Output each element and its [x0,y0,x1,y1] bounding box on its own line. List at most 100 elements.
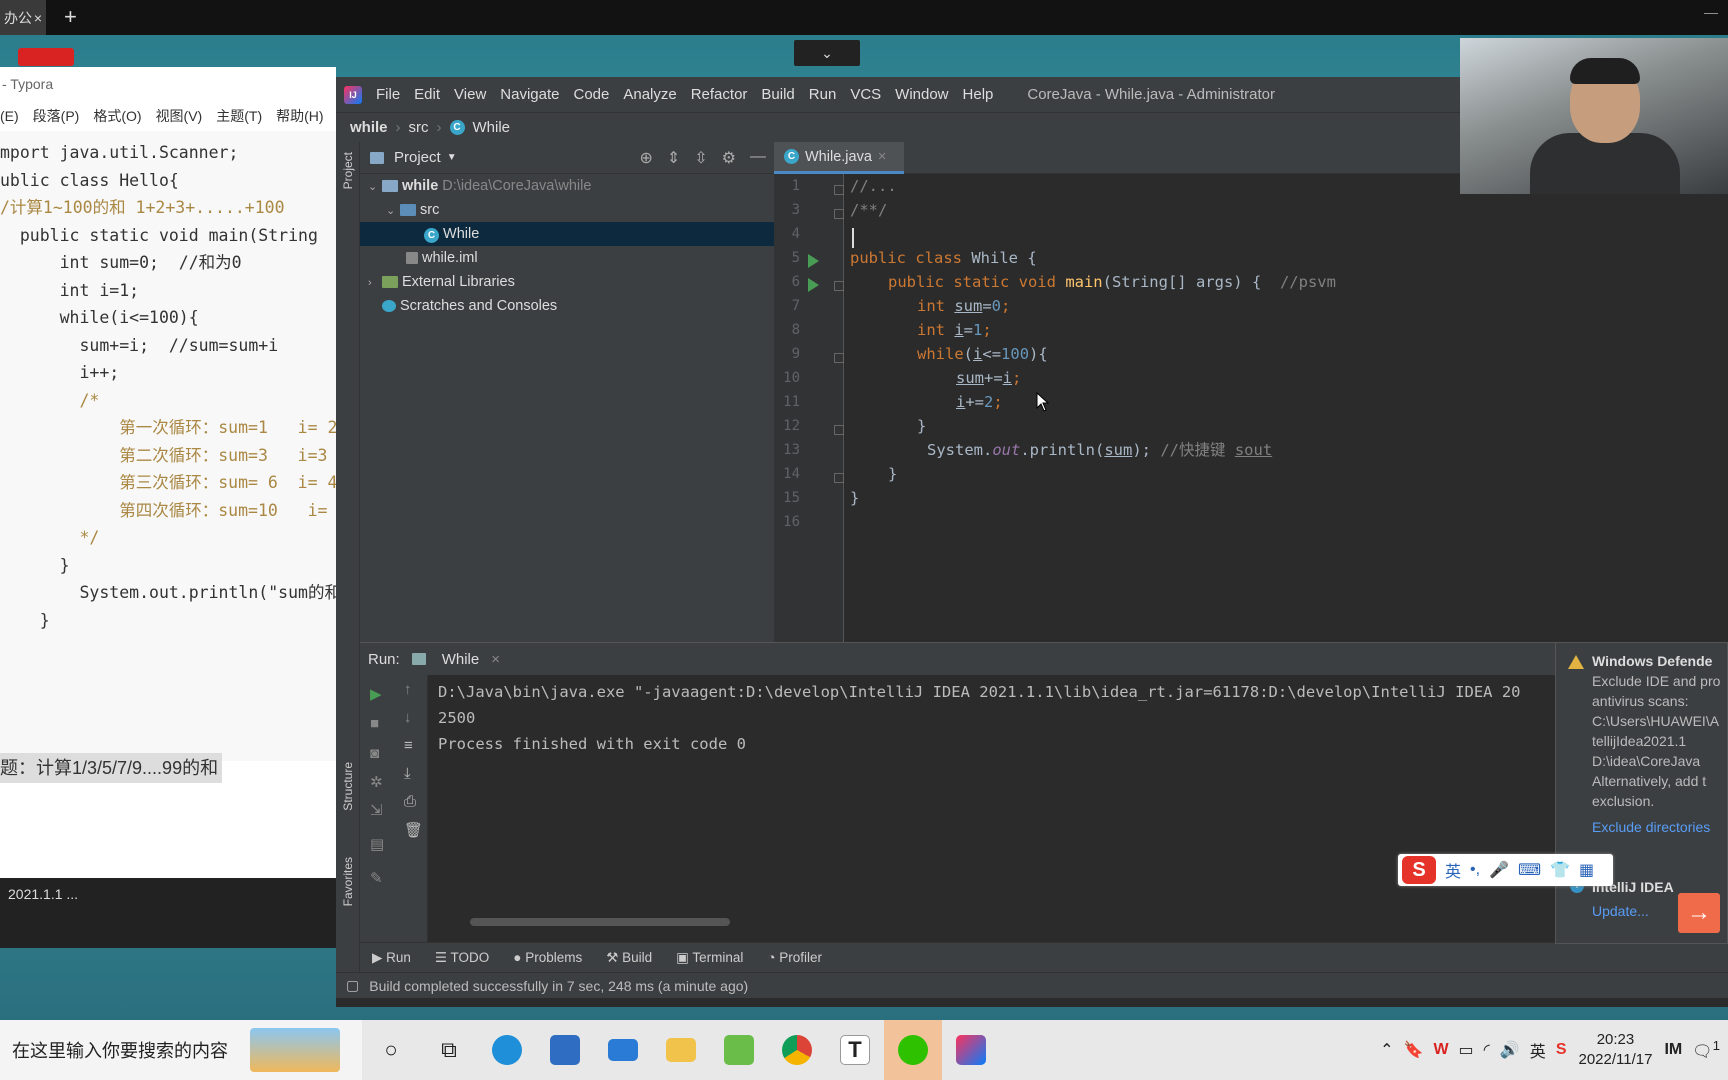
ime-punctuation-toggle[interactable]: •, [1470,861,1480,879]
sogou-logo[interactable]: S [1402,856,1436,884]
arrow-right-icon[interactable]: → [1678,893,1720,933]
tree-item-iml[interactable]: while.iml [360,246,774,270]
gear-icon[interactable]: ⚙ [722,148,736,168]
run-gutter-icon[interactable] [808,254,819,268]
chevron-down-icon[interactable]: ⌄ [386,199,400,223]
menu-window[interactable]: Window [895,86,948,103]
tree-item-root[interactable]: ⌄ while D:\idea\CoreJava\while [360,174,774,198]
menu-run[interactable]: Run [809,86,837,103]
stop-icon[interactable]: ■ [370,715,379,732]
fold-icon[interactable] [834,353,844,363]
chevron-down-icon[interactable]: ▼ [447,152,457,163]
menu-build[interactable]: Build [761,86,794,103]
trash-icon[interactable]: 🗑 [404,821,423,839]
typora-menu-edit[interactable]: (E) [0,101,19,131]
file-explorer-icon[interactable] [652,1020,710,1080]
exit-icon[interactable]: ⇲ [370,801,383,819]
volume-icon[interactable]: 🔊 [1500,1040,1520,1060]
intellij-icon[interactable] [942,1020,1000,1080]
up-icon[interactable]: ↑ [404,681,412,698]
settings-icon[interactable]: ✲ [370,773,383,791]
apps-icon[interactable]: ▦ [1579,860,1594,880]
run-tab-label[interactable]: While [442,651,480,668]
menu-vcs[interactable]: VCS [850,86,881,103]
wechat-icon[interactable] [884,1020,942,1080]
tool-window-favorites[interactable]: Favorites [341,857,355,906]
wps-icon[interactable]: W [1433,1041,1448,1059]
code-editor[interactable]: C While.java × 1 3 4 5 6 7 8 9 10 11 12 … [774,142,1728,642]
store-icon[interactable] [536,1020,594,1080]
task-view-icon[interactable]: ⧉ [420,1020,478,1080]
expand-all-icon[interactable]: ⇕ [667,148,680,168]
layout-icon[interactable]: ▤ [370,835,384,853]
down-icon[interactable]: ↓ [404,709,412,726]
microphone-icon[interactable]: 🎤 [1489,860,1509,880]
chrome-icon[interactable] [768,1020,826,1080]
fold-icon[interactable] [834,185,844,195]
horizontal-scrollbar[interactable] [470,918,730,926]
menu-code[interactable]: Code [573,86,609,103]
collapse-all-icon[interactable]: ⇳ [694,148,707,168]
camera-icon[interactable]: ◙ [370,745,379,762]
notification-center-icon[interactable]: 🗨1 [1692,1038,1720,1061]
new-tab-button[interactable]: + [64,4,77,30]
minimize-button[interactable]: — [1704,4,1718,20]
tree-item-src[interactable]: ⌄ src [360,198,774,222]
typora-menu-paragraph[interactable]: 段落(P) [33,101,80,131]
fold-icon[interactable] [834,209,844,219]
bookmark-icon[interactable]: 🔖 [1404,1040,1424,1060]
menu-help[interactable]: Help [963,86,994,103]
print-icon[interactable]: ⎙ [404,793,416,810]
typora-icon[interactable]: T [826,1020,884,1080]
locate-icon[interactable]: ⊕ [639,148,652,168]
editor-tab-while-java[interactable]: C While.java × [774,142,904,174]
clock[interactable]: 20:23 2022/11/17 [1576,1030,1654,1070]
rerun-icon[interactable]: ▶ [370,685,382,703]
status-panel-icon[interactable]: ▢ [346,977,359,994]
close-icon[interactable]: × [34,10,42,26]
ime-tray-icon[interactable]: 英 [1530,1038,1546,1062]
menu-view[interactable]: View [454,86,486,103]
scroll-end-icon[interactable]: ⤓ [404,765,411,782]
fold-icon[interactable] [834,281,844,291]
run-gutter-icon[interactable] [808,278,819,292]
code-area[interactable]: //... /**/ public class While { public s… [844,174,1728,642]
app-tray-icon[interactable]: IM [1664,1041,1682,1059]
chevron-down-icon[interactable]: ⌄ [368,175,382,199]
typora-menu-format[interactable]: 格式(O) [93,101,141,131]
edge-icon[interactable] [478,1020,536,1080]
sogou-tray-icon[interactable]: S [1556,1041,1567,1059]
taskbar-search[interactable]: 在这里输入你要搜索的内容 [0,1020,362,1080]
skin-icon[interactable]: 👕 [1550,860,1570,880]
tool-tab-todo[interactable]: ☰ TODO [435,950,489,966]
tree-item-ext-libs[interactable]: › External Libraries [360,270,774,294]
soft-wrap-icon[interactable]: ≡ [404,737,413,754]
menu-file[interactable]: File [376,86,400,103]
menu-refactor[interactable]: Refactor [691,86,748,103]
close-icon[interactable]: × [491,651,500,668]
tool-tab-problems[interactable]: ● Problems [513,950,582,965]
menu-navigate[interactable]: Navigate [500,86,559,103]
tool-tab-run[interactable]: ▶ Run [372,950,411,966]
fold-icon[interactable] [834,473,844,483]
tree-item-scratches[interactable]: Scratches and Consoles [360,294,774,318]
exclude-directories-link[interactable]: Exclude directories [1592,817,1721,837]
breadcrumb-project[interactable]: while [350,119,388,136]
tool-tab-build[interactable]: ⚒ Build [606,950,652,966]
tool-window-structure[interactable]: Structure [341,762,355,811]
close-icon[interactable]: × [878,149,886,165]
hide-icon[interactable]: — [750,148,766,168]
keyboard-icon[interactable]: ⌨ [1518,860,1541,880]
typora-menu-theme[interactable]: 主题(T) [216,101,262,131]
browser-tab[interactable]: 办公 × [0,0,46,35]
project-view-selector[interactable]: Project [394,149,441,166]
menu-analyze[interactable]: Analyze [623,86,676,103]
app-icon[interactable] [710,1020,768,1080]
mail-icon[interactable] [594,1020,652,1080]
cortana-icon[interactable]: ○ [362,1020,420,1080]
menu-edit[interactable]: Edit [414,86,440,103]
tool-tab-terminal[interactable]: ▣ Terminal [676,950,743,966]
fold-icon[interactable] [834,425,844,435]
tree-item-class[interactable]: C While [360,222,774,246]
chevron-right-icon[interactable]: › [368,271,382,295]
